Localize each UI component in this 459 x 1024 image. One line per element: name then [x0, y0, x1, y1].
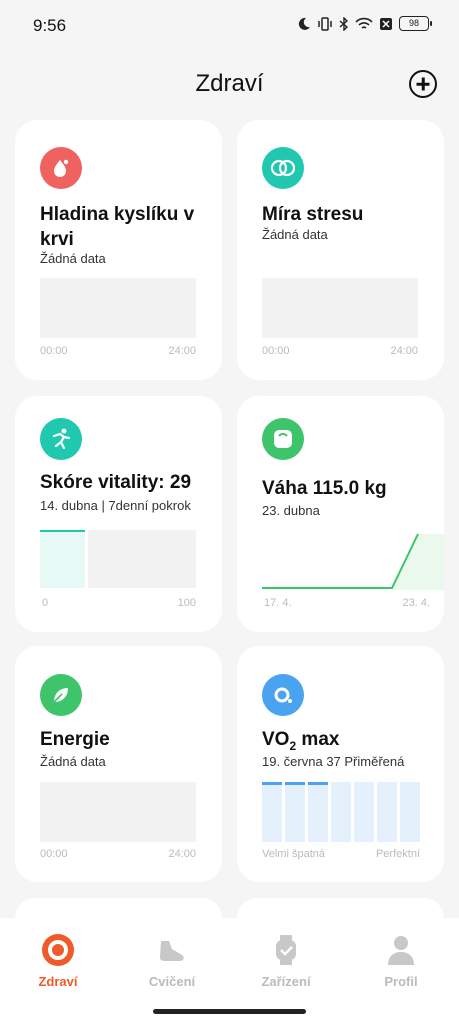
vo2-bar	[400, 782, 420, 842]
card-weight[interactable]: Váha 115.0 kg 23. dubna 17. 4. 23. 4.	[237, 396, 444, 632]
card-subtitle: Žádná data	[262, 227, 328, 242]
axis-start-label: 00:00	[40, 345, 68, 357]
axis-start-label: 0	[42, 597, 49, 609]
vibrate-icon	[318, 16, 332, 31]
card-subtitle: Žádná data	[40, 754, 106, 769]
axis-end-label: 23. 4.	[402, 597, 430, 609]
shoe-icon	[154, 932, 190, 968]
axis-end-label: 24:00	[168, 848, 196, 860]
card-stress[interactable]: Míra stresu Žádná data 00:00 24:00	[237, 120, 444, 380]
card-title: Skóre vitality: 29	[40, 472, 192, 493]
weight-trend-chart	[262, 533, 444, 590]
person-icon	[383, 932, 419, 968]
stress-icon	[262, 147, 304, 189]
tab-label: Zdraví	[38, 974, 78, 989]
card-vitality[interactable]: Skóre vitality: 29 14. dubna | 7denní po…	[15, 396, 222, 632]
card-subtitle: 23. dubna	[262, 503, 320, 518]
vo2-bar	[285, 782, 305, 842]
status-time: 9:56	[33, 16, 67, 35]
vo2-level-bars	[262, 782, 420, 842]
sim-disabled-icon	[380, 17, 392, 30]
tab-label: Profil	[384, 974, 418, 989]
vo2-bar	[308, 782, 328, 842]
empty-chart	[40, 278, 196, 338]
header: Zdraví	[0, 60, 459, 108]
status-bar: 9:56 98	[0, 0, 459, 52]
tab-exercise[interactable]: Cvičení	[122, 932, 222, 989]
leaf-icon	[40, 674, 82, 716]
scale-icon	[262, 418, 304, 460]
card-blood-oxygen[interactable]: Hladina kyslíku v krvi Žádná data 00:00 …	[15, 120, 222, 380]
axis-end-label: Perfektní	[375, 848, 420, 860]
wifi-icon	[355, 17, 373, 29]
moon-icon	[298, 17, 310, 30]
vitality-chart	[40, 530, 196, 588]
page-title: Zdraví	[195, 70, 264, 97]
card-vo2-max[interactable]: VO2 max 19. června 37 Přiměřená Velmi šp…	[237, 646, 444, 882]
watch-icon	[268, 932, 304, 968]
axis-end-label: 24:00	[390, 345, 418, 357]
empty-chart	[40, 782, 196, 842]
tab-health[interactable]: Zdraví	[8, 932, 108, 989]
vo2-bar	[331, 782, 351, 842]
card-energy[interactable]: Energie Žádná data 00:00 24:00	[15, 646, 222, 882]
tab-label: Cvičení	[148, 974, 196, 989]
vitality-divider	[85, 530, 88, 588]
axis-start-label: 00:00	[40, 848, 68, 860]
axis-start-label: 17. 4.	[264, 597, 292, 609]
home-indicator	[153, 1009, 306, 1014]
vo2-title-main: VO	[262, 729, 290, 750]
tab-profile[interactable]: Profil	[351, 932, 451, 989]
axis-end-label: 100	[177, 597, 196, 609]
empty-chart	[262, 278, 418, 338]
axis-start-label: Velmi špatná	[262, 848, 325, 860]
card-title: Energie	[40, 729, 110, 750]
vitality-progress-fill	[40, 530, 85, 588]
battery-indicator: 98	[399, 16, 432, 31]
vo2-ring-icon	[262, 674, 304, 716]
card-title: Váha 115.0 kg	[262, 478, 387, 499]
status-icons: 98	[297, 16, 432, 31]
axis-end-label: 24:00	[168, 345, 196, 357]
blood-drop-icon	[40, 147, 82, 189]
card-subtitle: 19. června 37 Přiměřená	[262, 754, 405, 769]
axis-start-label: 00:00	[262, 345, 290, 357]
card-subtitle: Žádná data	[40, 251, 106, 266]
vo2-bar	[354, 782, 374, 842]
vo2-title-rest: max	[296, 729, 340, 750]
tab-label: Zařízení	[261, 974, 311, 989]
card-title: Hladina kyslíku v krvi	[40, 204, 195, 250]
vo2-bar	[262, 782, 282, 842]
card-title: Míra stresu	[262, 204, 364, 225]
vitality-runner-icon	[40, 418, 82, 460]
health-ring-icon	[40, 932, 76, 968]
add-button[interactable]	[409, 70, 437, 98]
tab-devices[interactable]: Zařízení	[236, 932, 336, 989]
vo2-bar	[377, 782, 397, 842]
bluetooth-icon	[339, 16, 349, 31]
card-subtitle: 14. dubna | 7denní pokrok	[40, 498, 191, 513]
